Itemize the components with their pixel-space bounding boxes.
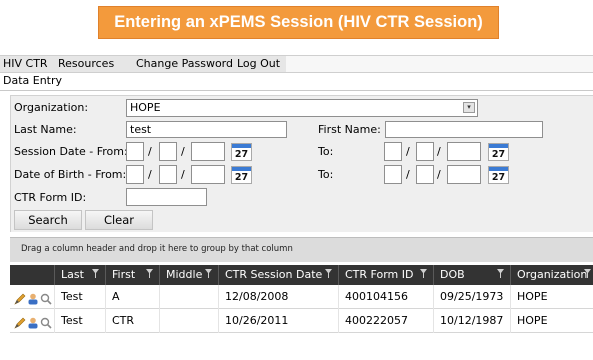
calendar-icon[interactable]: 27 xyxy=(231,143,252,161)
cell-form-id: 400222057 xyxy=(339,309,434,333)
menu-item-change-password[interactable]: Change Password xyxy=(136,57,233,70)
cell-form-id: 400104156 xyxy=(339,285,434,309)
grid-header-row: Last First Middle CTR Session Date CTR F… xyxy=(10,265,593,285)
search-panel: Organization: HOPE ▾ Last Name: test Fir… xyxy=(10,95,593,232)
table-row[interactable]: Test A 12/08/2008 400104156 09/25/1973 H… xyxy=(10,285,593,309)
menu-item-log-out[interactable]: Log Out xyxy=(237,57,280,70)
date-separator: / xyxy=(148,168,152,181)
filter-icon[interactable] xyxy=(205,269,212,278)
session-to-day-input[interactable] xyxy=(416,142,434,161)
date-separator: / xyxy=(437,168,441,181)
date-separator: / xyxy=(406,168,410,181)
cell-middle xyxy=(160,309,219,333)
dob-to-month-input[interactable] xyxy=(384,165,402,184)
session-date-to-label: To: xyxy=(318,145,334,158)
cell-dob: 10/12/1987 xyxy=(434,309,511,333)
cell-dob: 09/25/1973 xyxy=(434,285,511,309)
last-name-input[interactable]: test xyxy=(126,121,287,138)
row-actions xyxy=(10,309,55,333)
calendar-day: 27 xyxy=(491,149,506,160)
header-ctr-session-date[interactable]: CTR Session Date xyxy=(219,265,339,285)
banner-title: Entering an xPEMS Session (HIV CTR Sessi… xyxy=(114,13,483,31)
filter-icon[interactable] xyxy=(420,269,427,278)
dob-from-year-input[interactable] xyxy=(191,165,225,184)
table-row[interactable]: Test CTR 10/26/2011 400222057 10/12/1987… xyxy=(10,309,593,333)
dob-from-label: Date of Birth - From: xyxy=(14,168,127,181)
view-magnifier-icon[interactable] xyxy=(40,314,52,337)
organization-label: Organization: xyxy=(14,101,89,114)
first-name-label: First Name: xyxy=(318,123,381,136)
group-by-panel[interactable]: Drag a column header and drop it here to… xyxy=(10,237,593,262)
breadcrumb: Data Entry xyxy=(3,74,63,87)
date-separator: / xyxy=(181,168,185,181)
session-date-from-label: Session Date - From: xyxy=(14,145,128,158)
filter-icon[interactable] xyxy=(146,269,153,278)
calendar-day: 27 xyxy=(491,172,506,183)
dropdown-arrow-icon[interactable]: ▾ xyxy=(463,102,475,113)
session-to-year-input[interactable] xyxy=(447,142,481,161)
cell-first: CTR xyxy=(106,309,160,333)
menu-item-resources[interactable]: Resources xyxy=(58,57,114,70)
date-separator: / xyxy=(406,145,410,158)
cell-last: Test xyxy=(55,309,106,333)
header-dob[interactable]: DOB xyxy=(434,265,511,285)
header-first[interactable]: First xyxy=(106,265,160,285)
calendar-day: 27 xyxy=(234,172,249,183)
dob-to-label: To: xyxy=(318,168,334,181)
date-separator: / xyxy=(148,145,152,158)
clear-button[interactable]: Clear xyxy=(85,210,153,230)
title-banner: Entering an xPEMS Session (HIV CTR Sessi… xyxy=(98,6,499,39)
menu-item-hiv-ctr[interactable]: HIV CTR xyxy=(3,57,48,70)
session-from-month-input[interactable] xyxy=(126,142,144,161)
organization-select[interactable]: HOPE ▾ xyxy=(126,99,478,117)
calendar-day: 27 xyxy=(234,149,249,160)
dob-to-day-input[interactable] xyxy=(416,165,434,184)
ctr-form-id-input[interactable] xyxy=(126,188,207,206)
header-middle[interactable]: Middle xyxy=(160,265,219,285)
date-separator: / xyxy=(437,145,441,158)
header-last[interactable]: Last xyxy=(55,265,106,285)
ctr-form-id-label: CTR Form ID: xyxy=(14,191,87,204)
first-name-input[interactable] xyxy=(385,121,543,138)
header-actions xyxy=(10,265,55,285)
divider xyxy=(0,90,593,91)
cell-organization: HOPE xyxy=(517,314,548,327)
row-actions xyxy=(10,285,55,309)
menu-bar-filler xyxy=(286,56,593,72)
user-icon[interactable] xyxy=(27,314,39,337)
search-button[interactable]: Search xyxy=(14,210,82,230)
filter-icon[interactable] xyxy=(92,269,99,278)
dob-from-month-input[interactable] xyxy=(126,165,144,184)
filter-icon[interactable] xyxy=(325,269,332,278)
edit-pencil-icon[interactable] xyxy=(14,314,26,337)
results-grid: Drag a column header and drop it here to… xyxy=(10,237,593,360)
dob-from-day-input[interactable] xyxy=(159,165,177,184)
date-separator: / xyxy=(181,145,185,158)
cell-organization: HOPE xyxy=(517,290,548,303)
group-hint: Drag a column header and drop it here to… xyxy=(21,244,293,254)
organization-value: HOPE xyxy=(130,101,161,114)
calendar-icon[interactable]: 27 xyxy=(488,166,509,184)
cell-session-date: 10/26/2011 xyxy=(219,309,339,333)
session-to-month-input[interactable] xyxy=(384,142,402,161)
menu-bar: HIV CTR Resources Change Password Log Ou… xyxy=(0,55,593,73)
header-ctr-form-id[interactable]: CTR Form ID xyxy=(339,265,434,285)
calendar-icon[interactable]: 27 xyxy=(231,166,252,184)
header-organization[interactable]: Organization xyxy=(511,265,593,285)
cell-first: A xyxy=(106,285,160,309)
cell-last: Test xyxy=(55,285,106,309)
session-from-year-input[interactable] xyxy=(191,142,225,161)
cell-session-date: 12/08/2008 xyxy=(219,285,339,309)
session-from-day-input[interactable] xyxy=(159,142,177,161)
last-name-label: Last Name: xyxy=(14,123,77,136)
filter-icon[interactable] xyxy=(584,269,591,278)
filter-icon[interactable] xyxy=(497,269,504,278)
calendar-icon[interactable]: 27 xyxy=(488,143,509,161)
dob-to-year-input[interactable] xyxy=(447,165,481,184)
cell-middle xyxy=(160,285,219,309)
